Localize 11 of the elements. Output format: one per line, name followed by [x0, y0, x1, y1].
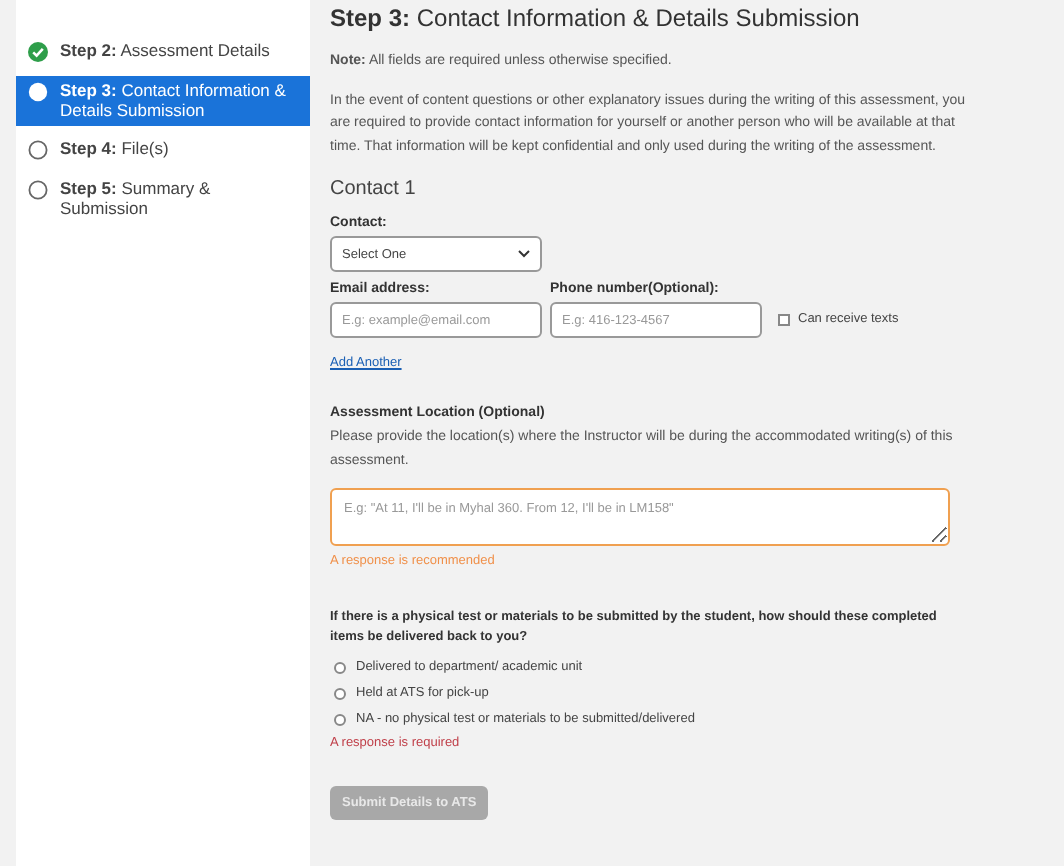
sidebar-step[interactable]: Step 4: File(s) [16, 134, 310, 166]
chevron-down-icon [518, 250, 530, 258]
sidebar-step[interactable]: Step 2: Assessment Details [16, 36, 310, 68]
page-title: Step 3: Contact Information & Details Submission [330, 4, 862, 32]
checkbox[interactable] [778, 313, 790, 325]
radio-button[interactable] [334, 687, 346, 699]
section-heading: Contact 1 [330, 178, 418, 200]
radio-button[interactable] [334, 713, 346, 725]
radio-button[interactable] [334, 661, 346, 673]
sidebar-step[interactable]: Step 3: Contact Information & Details Submission [16, 76, 310, 126]
sidebar-step[interactable]: Step 5: Summary & Submission [16, 174, 310, 224]
